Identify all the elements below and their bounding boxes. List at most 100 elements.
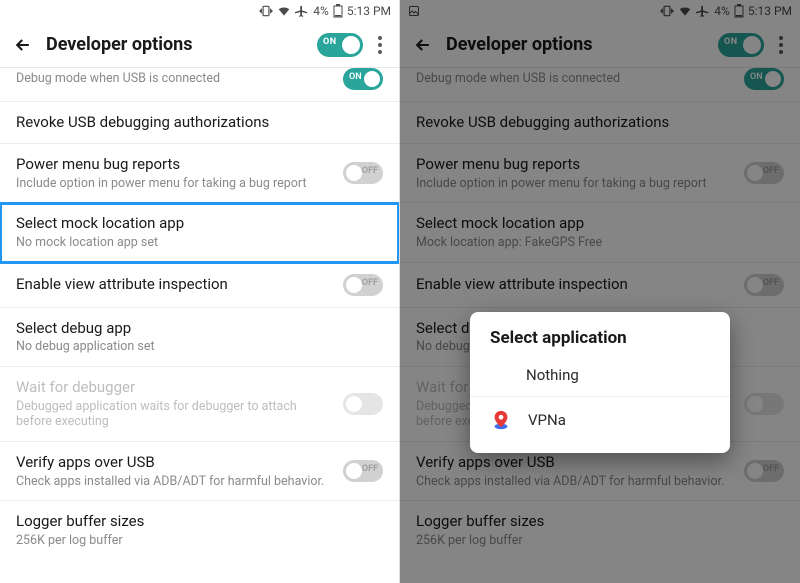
toggle-label: ON — [349, 72, 362, 82]
toggle-verify-apps[interactable]: OFF — [744, 460, 784, 482]
app-toolbar: Developer options ON — [0, 22, 399, 68]
row-sub: Check apps installed via ADB/ADT for har… — [416, 474, 734, 490]
toggle-knob — [747, 165, 763, 181]
dialog-item-vpna[interactable]: VPNa — [470, 397, 730, 443]
airplane-icon — [696, 4, 710, 18]
toggle-usb-debugging[interactable]: ON — [744, 68, 784, 90]
row-title: Select debug app — [16, 319, 383, 338]
master-toggle[interactable]: ON — [718, 33, 764, 57]
toggle-bug-reports[interactable]: OFF — [343, 162, 383, 184]
row-sub: Debug mode when USB is connected — [416, 73, 734, 86]
toggle-knob — [747, 396, 763, 412]
toggle-label: OFF — [763, 278, 779, 288]
panel-left: 4% 5:13 PM Developer options ON Debug mo… — [0, 0, 400, 583]
row-revoke-usb-auth[interactable]: Revoke USB debugging authorizations — [0, 102, 399, 144]
toggle-attr-inspection[interactable]: OFF — [343, 274, 383, 296]
dialog-item-label: VPNa — [528, 411, 566, 429]
toggle-knob — [765, 71, 781, 87]
wifi-icon — [277, 4, 291, 18]
toggle-label: OFF — [362, 166, 378, 176]
map-pin-icon — [490, 409, 512, 431]
row-power-menu-bug-reports[interactable]: Power menu bug reports Include option in… — [0, 144, 399, 203]
select-application-dialog: Select application Nothing VPNa — [470, 312, 730, 453]
toggle-label: OFF — [763, 464, 779, 474]
row-usb-debugging[interactable]: Debug mode when USB is connected ON — [0, 68, 399, 102]
row-title: Verify apps over USB — [16, 453, 333, 472]
overflow-menu-button[interactable] — [772, 36, 790, 54]
toggle-bug-reports[interactable]: OFF — [744, 162, 784, 184]
back-button[interactable] — [10, 32, 36, 58]
row-sub: Include option in power menu for taking … — [416, 176, 734, 192]
toggle-knob — [342, 36, 360, 54]
wifi-icon — [678, 4, 692, 18]
row-title: Select mock location app — [416, 214, 784, 233]
dialog-item-nothing[interactable]: Nothing — [470, 354, 730, 397]
airplane-icon — [295, 4, 309, 18]
row-logger-buffer-sizes[interactable]: Logger buffer sizes 256K per log buffer — [0, 501, 399, 559]
row-revoke-usb-auth[interactable]: Revoke USB debugging authorizations — [400, 102, 800, 144]
toggle-knob — [743, 36, 761, 54]
row-sub: Debug mode when USB is connected — [16, 73, 333, 86]
battery-icon — [734, 4, 744, 18]
toggle-knob — [364, 71, 380, 87]
row-sub: No debug application set — [16, 339, 383, 355]
arrow-left-icon — [413, 35, 433, 55]
row-title: Revoke USB debugging authorizations — [16, 113, 383, 132]
row-enable-view-attribute-inspection[interactable]: Enable view attribute inspection OFF — [0, 263, 399, 308]
image-icon — [408, 5, 420, 17]
row-title: Verify apps over USB — [416, 453, 734, 472]
row-select-mock-location-app[interactable]: Select mock location app Mock location a… — [400, 203, 800, 262]
row-usb-debugging[interactable]: Debug mode when USB is connected ON — [400, 68, 800, 102]
row-title: Logger buffer sizes — [16, 512, 383, 531]
panel-right: 4% 5:13 PM Developer options ON Debug mo… — [400, 0, 800, 583]
settings-list: Debug mode when USB is connected ON Revo… — [0, 68, 399, 560]
toggle-wait-debugger — [744, 393, 784, 415]
battery-pct: 4% — [714, 4, 730, 18]
toggle-wait-debugger — [343, 393, 383, 415]
back-button[interactable] — [410, 32, 436, 58]
row-title: Power menu bug reports — [416, 155, 734, 174]
row-select-mock-location-app[interactable]: Select mock location app No mock locatio… — [0, 203, 399, 262]
status-bar: 4% 5:13 PM — [400, 0, 800, 22]
vibrate-icon — [660, 4, 674, 18]
row-sub: Mock location app: FakeGPS Free — [416, 235, 784, 251]
master-toggle[interactable]: ON — [317, 33, 363, 57]
dialog-title: Select application — [470, 328, 730, 354]
toggle-attr-inspection[interactable]: OFF — [744, 274, 784, 296]
row-title: Enable view attribute inspection — [16, 275, 333, 294]
row-sub: Check apps installed via ADB/ADT for har… — [16, 474, 333, 490]
vibrate-icon — [259, 4, 273, 18]
toggle-on-label: ON — [724, 37, 738, 47]
dialog-item-label: Nothing — [526, 366, 579, 384]
row-sub: 256K per log buffer — [16, 533, 383, 549]
row-select-debug-app[interactable]: Select debug app No debug application se… — [0, 308, 399, 367]
arrow-left-icon — [13, 35, 33, 55]
toggle-knob — [346, 277, 362, 293]
battery-icon — [333, 4, 343, 18]
overflow-menu-button[interactable] — [371, 36, 389, 54]
row-title: Enable view attribute inspection — [416, 275, 734, 294]
toggle-knob — [747, 463, 763, 479]
toggle-verify-apps[interactable]: OFF — [343, 460, 383, 482]
row-enable-view-attribute-inspection[interactable]: Enable view attribute inspection OFF — [400, 263, 800, 308]
toggle-label: ON — [750, 72, 763, 82]
row-title: Select mock location app — [16, 214, 383, 233]
row-sub: No mock location app set — [16, 235, 383, 251]
row-title: Power menu bug reports — [16, 155, 333, 174]
toggle-label: OFF — [362, 278, 378, 288]
toggle-usb-debugging[interactable]: ON — [343, 68, 383, 90]
row-title: Logger buffer sizes — [416, 512, 784, 531]
row-power-menu-bug-reports[interactable]: Power menu bug reports Include option in… — [400, 144, 800, 203]
toggle-knob — [346, 396, 362, 412]
toggle-knob — [346, 463, 362, 479]
toggle-label: OFF — [763, 166, 779, 176]
row-title: Revoke USB debugging authorizations — [416, 113, 784, 132]
row-sub: 256K per log buffer — [416, 533, 784, 549]
row-sub: Include option in power menu for taking … — [16, 176, 333, 192]
row-wait-for-debugger: Wait for debugger Debugged application w… — [0, 367, 399, 442]
row-verify-apps-over-usb[interactable]: Verify apps over USB Check apps installe… — [0, 442, 399, 501]
row-logger-buffer-sizes[interactable]: Logger buffer sizes 256K per log buffer — [400, 501, 800, 559]
page-title: Developer options — [46, 34, 317, 55]
row-title: Wait for debugger — [16, 378, 333, 397]
status-time: 5:13 PM — [347, 4, 391, 18]
